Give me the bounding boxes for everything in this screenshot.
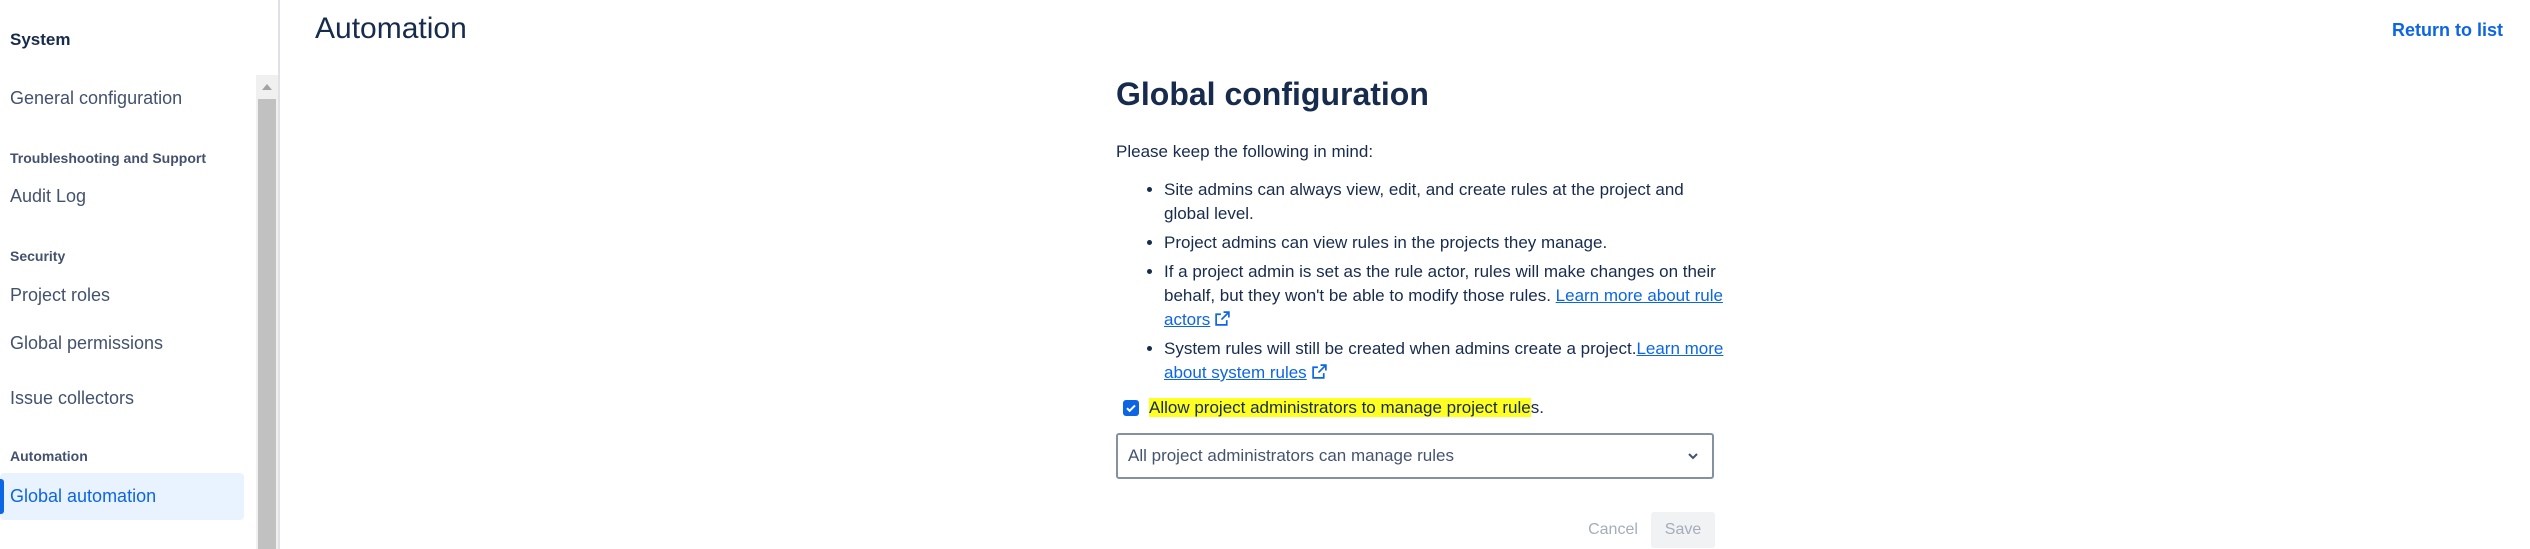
checkbox-label-rest: s. (1530, 398, 1544, 417)
list-item: If a project admin is set as the rule ac… (1164, 260, 1724, 332)
sidebar-title: System (10, 30, 71, 49)
sidebar-item-issue-collectors[interactable]: Issue collectors (10, 388, 134, 409)
list-item: System rules will still be created when … (1164, 337, 1724, 385)
sidebar-heading-troubleshooting: Troubleshooting and Support (10, 150, 206, 166)
checkmark-icon (1126, 404, 1136, 413)
scroll-up-arrow-icon[interactable] (258, 78, 276, 96)
list-item: Project admins can view rules in the pro… (1164, 231, 1724, 255)
checkbox-label[interactable]: Allow project administrators to manage p… (1149, 398, 1544, 418)
save-button[interactable]: Save (1651, 512, 1715, 548)
checkbox-label-highlighted: Allow project administrators to manage p… (1149, 398, 1531, 417)
external-link-icon[interactable] (1214, 310, 1231, 327)
sidebar-item-global-permissions[interactable]: Global permissions (10, 333, 163, 354)
section-title: Global configuration (1116, 76, 1429, 112)
sidebar-heading-security: Security (10, 248, 66, 264)
sidebar: System General configuration Troubleshoo… (0, 0, 278, 549)
sidebar-item-general-configuration[interactable]: General configuration (10, 88, 182, 109)
sidebar-scrollbar-thumb[interactable] (258, 99, 276, 549)
cancel-button[interactable]: Cancel (1577, 512, 1649, 548)
chevron-down-icon (1688, 453, 1698, 460)
bullet-text: Project admins can view rules in the pro… (1164, 233, 1608, 252)
info-list: Site admins can always view, edit, and c… (1116, 178, 1724, 390)
sidebar-item-audit-log[interactable]: Audit Log (10, 186, 86, 207)
allow-project-admins-row[interactable]: Allow project administrators to manage p… (1116, 398, 1544, 418)
external-link-icon[interactable] (1311, 363, 1328, 380)
list-item: Site admins can always view, edit, and c… (1164, 178, 1724, 226)
sidebar-item-global-automation[interactable]: Global automation (10, 486, 156, 507)
sidebar-divider (278, 0, 280, 549)
return-to-list-link[interactable]: Return to list (2392, 20, 2503, 41)
select-value: All project administrators can manage ru… (1128, 446, 1454, 465)
page-title: Automation (315, 12, 467, 45)
bullet-text: Site admins can always view, edit, and c… (1164, 180, 1684, 223)
intro-text: Please keep the following in mind: (1116, 142, 1374, 161)
allow-project-admins-checkbox[interactable] (1123, 400, 1139, 416)
admin-scope-select[interactable]: All project administrators can manage ru… (1116, 433, 1714, 479)
sidebar-selected-indicator (0, 479, 4, 514)
sidebar-heading-automation: Automation (10, 448, 88, 464)
sidebar-item-project-roles[interactable]: Project roles (10, 285, 110, 306)
bullet-text: System rules will still be created when … (1164, 339, 1637, 358)
